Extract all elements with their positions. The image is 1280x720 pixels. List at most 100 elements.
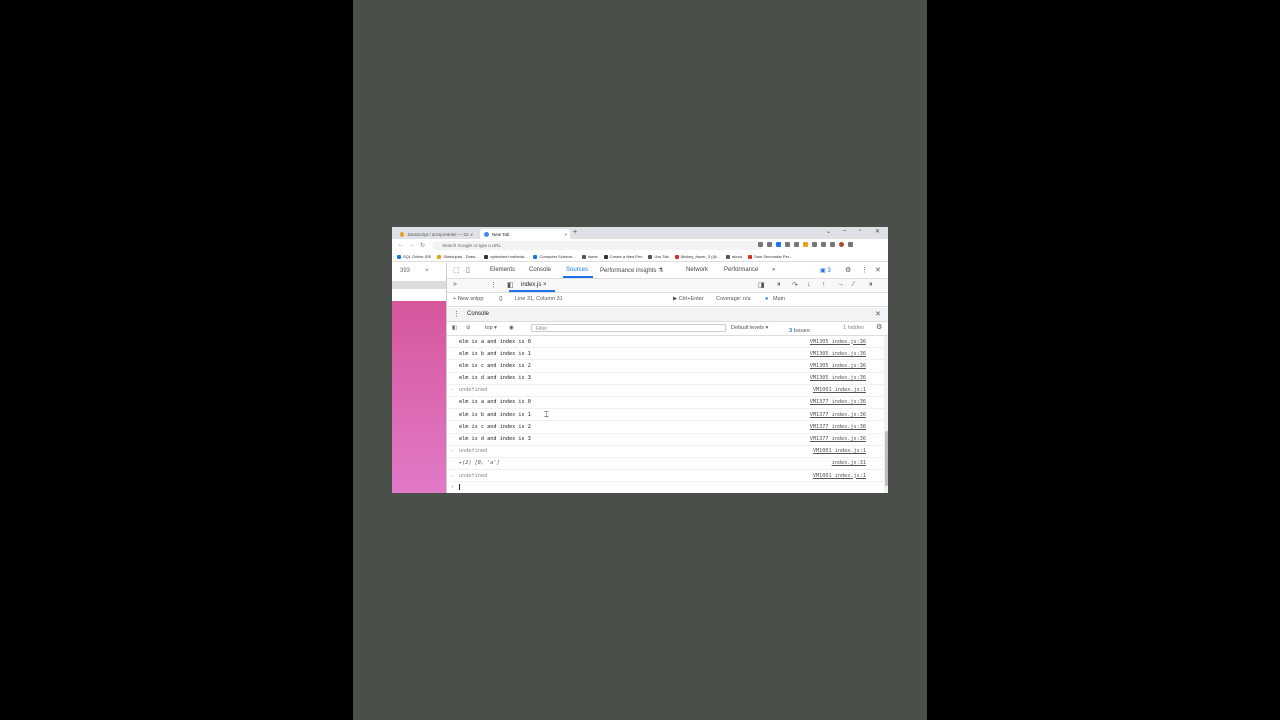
close-icon[interactable]: × xyxy=(425,268,429,274)
page-tab[interactable]: 393 × xyxy=(392,263,446,280)
console-array-message[interactable]: ▸(2) [0, 'a'] index.js:31 xyxy=(447,458,884,471)
maximize-button[interactable]: ▫ xyxy=(859,228,861,234)
thread-label[interactable]: Main xyxy=(773,296,785,302)
scrollbar-thumb[interactable] xyxy=(884,431,888,486)
close-icon[interactable]: × xyxy=(564,232,567,237)
gear-icon[interactable]: ⚙ xyxy=(876,323,882,331)
open-file-tab[interactable]: index.js × xyxy=(521,282,547,288)
close-icon[interactable]: × xyxy=(543,282,547,288)
run-snippet-button[interactable]: ▶ Ctrl+Enter xyxy=(673,296,704,302)
source-link[interactable]: VM1377 index.js:36 xyxy=(810,436,866,442)
tab-sources[interactable]: Sources xyxy=(566,267,588,273)
drawer-tab-console[interactable]: Console xyxy=(467,311,489,317)
kebab-menu-icon[interactable]: ⋮ xyxy=(861,266,868,274)
console-scrollbar[interactable] xyxy=(884,336,888,493)
browser-tab-javascript[interactable]: JavaScript / array.entries — Gr... × xyxy=(396,229,476,239)
close-icon[interactable]: ✕ xyxy=(875,310,881,318)
bookmark-item[interactable]: Computer Science... xyxy=(533,254,576,259)
bookmark-item[interactable]: Sam Semundar Per... xyxy=(748,254,792,259)
source-link[interactable]: VM1305 index.js:36 xyxy=(810,363,866,369)
pause-on-exceptions-icon[interactable]: ⏸ xyxy=(869,281,873,289)
console-message: elm is d and index is 3 VM1377 index.js:3… xyxy=(447,434,884,446)
bookmark-icon xyxy=(437,254,442,259)
source-link[interactable]: VM1001 index.js:1 xyxy=(813,448,866,454)
step-into-icon[interactable]: ↓ xyxy=(807,281,811,288)
page-tab-label: 393 xyxy=(400,268,411,274)
extension-icon[interactable] xyxy=(803,242,808,247)
toggle-navigator-icon[interactable]: ◧ xyxy=(507,281,514,289)
new-snippet-button[interactable]: + New snipp xyxy=(453,296,483,302)
bookmark-star-icon[interactable] xyxy=(776,242,781,247)
pause-icon[interactable]: ⏸ xyxy=(777,281,781,289)
close-window-button[interactable]: ✕ xyxy=(875,228,880,235)
tab-console[interactable]: Console xyxy=(529,267,551,273)
tab-search-icon[interactable]: ⌄ xyxy=(826,228,831,235)
minimize-button[interactable]: – xyxy=(843,228,846,234)
tab-strip: JavaScript / array.entries — Gr... × New… xyxy=(392,227,888,239)
bookmark-item[interactable]: home xyxy=(581,254,598,259)
source-link[interactable]: VM1377 index.js:36 xyxy=(810,424,866,430)
source-link[interactable]: VM1305 index.js:36 xyxy=(810,375,866,381)
close-icon[interactable]: × xyxy=(470,232,473,237)
eye-icon[interactable]: ◉ xyxy=(509,325,514,331)
tab-elements[interactable]: Elements xyxy=(490,267,515,273)
share-icon[interactable] xyxy=(767,242,772,247)
tab-network[interactable]: Network xyxy=(686,267,708,273)
profile-avatar[interactable] xyxy=(839,242,844,247)
bookmark-item[interactable]: Create a New Pen xyxy=(603,254,642,259)
close-icon[interactable]: ✕ xyxy=(875,266,881,274)
bookmark-item[interactable]: about xyxy=(726,254,742,259)
sidebar-toggle-icon[interactable]: ◧ xyxy=(452,325,457,331)
clear-console-icon[interactable]: ⊘ xyxy=(466,325,471,331)
source-link[interactable]: VM1305 index.js:36 xyxy=(810,351,866,357)
gear-icon[interactable]: ⚙ xyxy=(845,266,851,274)
extension-icon[interactable] xyxy=(794,242,799,247)
reload-icon[interactable]: ↻ xyxy=(420,242,425,249)
inspect-icon[interactable]: ⬚ xyxy=(453,266,460,274)
step-icon[interactable]: → xyxy=(837,281,844,288)
filter-input[interactable]: Filter xyxy=(531,324,726,332)
device-toolbar-icon[interactable]: ▯ xyxy=(466,266,470,274)
bookmark-item[interactable]: optimized+notheda... xyxy=(484,254,527,259)
bookmark-item[interactable]: Sketchpad - Draw... xyxy=(437,254,478,259)
context-select[interactable]: top ▾ xyxy=(485,325,497,331)
browser-tab-new-tab[interactable]: New Tab × xyxy=(480,229,570,239)
address-input[interactable]: Search Google or type a URL xyxy=(432,241,762,250)
back-icon[interactable]: ← xyxy=(398,242,404,248)
bookmark-item[interactable]: SQL Online IDE xyxy=(397,254,431,259)
chevron-right-icon[interactable]: » xyxy=(453,281,457,288)
source-link[interactable]: index.js:31 xyxy=(832,460,866,466)
step-out-icon[interactable]: ↑ xyxy=(822,281,826,288)
extension-icon[interactable] xyxy=(812,242,817,247)
sidepanel-icon[interactable] xyxy=(830,242,835,247)
new-tab-button[interactable]: + xyxy=(573,229,577,236)
pretty-print-icon[interactable]: {} xyxy=(499,296,503,302)
zoom-icon[interactable] xyxy=(758,242,763,247)
menu-kebab-icon[interactable] xyxy=(848,242,853,247)
step-over-icon[interactable]: ↷ xyxy=(792,281,798,289)
console-toolbar: ◧ ⊘ top ▾ ◉ Filter Default levels ▾ 3 Is… xyxy=(447,322,888,336)
more-tabs-icon[interactable]: » xyxy=(772,267,775,273)
toggle-debugger-icon[interactable]: ◨ xyxy=(758,281,765,289)
puzzle-icon[interactable] xyxy=(821,242,826,247)
issues-badge[interactable]: ▣ 3 xyxy=(820,267,831,274)
source-link[interactable]: VM1001 index.js:1 xyxy=(813,473,866,479)
kebab-menu-icon[interactable]: ⋮ xyxy=(453,310,460,318)
text-cursor xyxy=(459,484,460,491)
log-levels-select[interactable]: Default levels ▾ xyxy=(731,325,768,331)
console-message: elm is b and index is 1 VM1305 index.js:3… xyxy=(447,348,884,361)
console-prompt[interactable]: › xyxy=(447,482,884,492)
forward-icon[interactable]: → xyxy=(409,242,415,248)
extension-icon[interactable] xyxy=(785,242,790,247)
source-link[interactable]: VM1305 index.js:36 xyxy=(810,339,866,345)
bookmark-item[interactable]: Mickey_frazer_3 (@... xyxy=(674,254,720,259)
source-link[interactable]: VM1377 index.js:36 xyxy=(810,399,866,405)
deactivate-breakpoints-icon[interactable]: ⁄ xyxy=(853,281,854,288)
kebab-menu-icon[interactable]: ⋮ xyxy=(490,281,497,289)
source-link[interactable]: VM1001 index.js:1 xyxy=(813,387,866,393)
thread-dot-icon: ● xyxy=(765,296,769,302)
source-link[interactable]: VM1377 index.js:36 xyxy=(810,412,866,418)
tab-performance[interactable]: Performance xyxy=(724,267,758,273)
tab-performance-insights[interactable]: Performance insights ⚗ xyxy=(600,267,663,274)
bookmark-item[interactable]: Uxs Tab xyxy=(648,254,669,259)
